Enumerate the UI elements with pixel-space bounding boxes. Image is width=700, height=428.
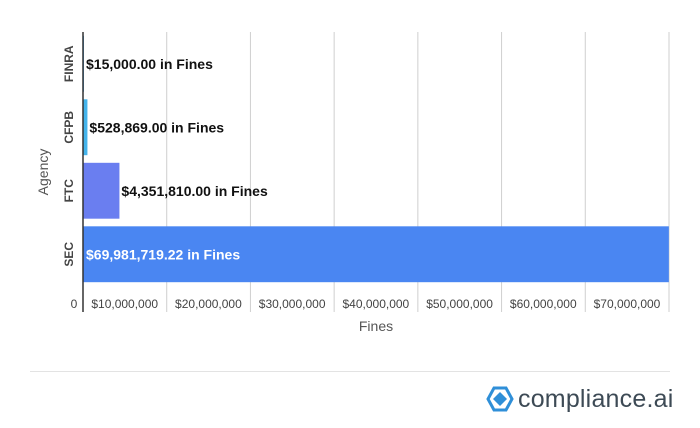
x-tick-label: $30,000,000 [259,297,326,311]
data-label-finra: $15,000.00 in Fines [86,56,213,72]
y-axis-label: Agency [35,149,51,196]
category-label-cfpb: CFPB [62,111,76,144]
category-label-finra: FINRA [62,45,76,82]
x-tick-labels: 0 $10,000,000 $20,000,000 $30,000,000 $40,00… [71,297,661,311]
x-tick-label: $50,000,000 [426,297,493,311]
category-label-sec: SEC [62,242,76,267]
data-label-cfpb: $528,869.00 in Fines [89,119,224,135]
x-tick-label: $20,000,000 [175,297,242,311]
x-tick-label: $40,000,000 [342,297,409,311]
brand-name: compliance.ai [518,384,674,413]
bar-ftc [83,162,120,219]
x-axis-label: Fines [359,318,393,334]
x-tick-label: $10,000,000 [91,297,158,311]
footer-divider [30,371,670,372]
category-label-ftc: FTC [62,179,76,203]
data-label-ftc: $4,351,810.00 in Fines [121,183,268,199]
hexagon-diamond-icon [486,386,514,412]
data-label-sec: $69,981,719.22 in Fines [86,246,240,262]
category-labels: FINRA CFPB FTC SEC [62,45,76,267]
bar-chart: $15,000.00 in Fines $528,869.00 in Fines $… [35,32,670,334]
x-tick-label: 0 [71,297,78,311]
bars [83,35,669,283]
x-tick-label: $60,000,000 [510,297,577,311]
brand-logo: compliance.ai [486,383,673,415]
x-tick-label: $70,000,000 [594,297,661,311]
